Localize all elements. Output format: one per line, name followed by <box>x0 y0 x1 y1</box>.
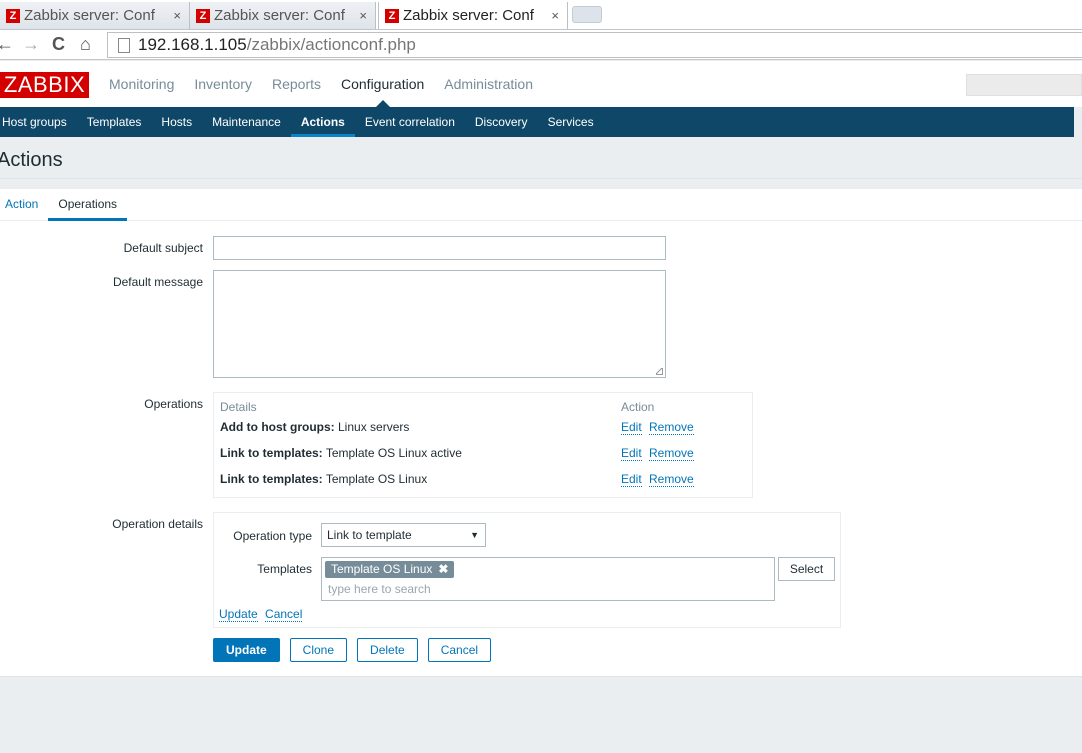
menu-configuration[interactable]: Configuration <box>331 61 434 107</box>
new-tab-button[interactable] <box>572 6 602 23</box>
column-header-details: Details <box>220 400 257 414</box>
default-message-label: Default message <box>112 275 203 289</box>
url-host: 192.168.1.105 <box>138 35 247 54</box>
submenu-services[interactable]: Services <box>538 107 604 137</box>
page-header: Actions <box>0 137 1082 179</box>
remove-link[interactable]: Remove <box>649 446 694 461</box>
update-button[interactable]: Update <box>213 638 280 662</box>
sub-menu: Host groups Templates Hosts Maintenance … <box>0 107 1074 137</box>
table-row: Link to templates: Template OS Linux act… <box>220 446 745 472</box>
operations-table: Details Action Add to host groups: Linux… <box>213 392 753 498</box>
page-icon <box>118 37 130 53</box>
template-chip: Template OS Linux ✖ <box>325 561 455 578</box>
submenu-templates[interactable]: Templates <box>77 107 152 137</box>
templates-label: Templates <box>257 562 312 576</box>
operation-key: Link to templates: <box>220 446 323 460</box>
main-menu: Monitoring Inventory Reports Configurati… <box>99 61 543 107</box>
operation-type-label: Operation type <box>233 529 312 543</box>
form-buttons: Update Clone Delete Cancel <box>213 638 492 662</box>
browser-tab[interactable]: Z Zabbix server: Conf × <box>190 2 376 29</box>
column-header-action: Action <box>621 400 655 414</box>
browser-tabstrip: Z Zabbix server: Conf × Z Zabbix server:… <box>0 0 1082 29</box>
operation-value: Linux servers <box>338 420 410 434</box>
tab-operations[interactable]: Operations <box>48 189 127 221</box>
page-title: Actions <box>0 149 63 171</box>
home-icon[interactable]: ⌂ <box>80 34 91 55</box>
menu-reports[interactable]: Reports <box>262 61 331 107</box>
cancel-button[interactable]: Cancel <box>427 638 492 662</box>
template-chip-label: Template OS Linux <box>331 562 433 576</box>
browser-tab-title: Zabbix server: Conf <box>24 7 155 24</box>
browser-tab-active[interactable]: Z Zabbix server: Conf × <box>378 2 568 29</box>
operation-key: Link to templates: <box>220 472 323 486</box>
remove-link[interactable]: Remove <box>649 472 694 487</box>
templates-multiselect[interactable]: Template OS Linux ✖ type here to search <box>321 557 775 601</box>
resize-handle-icon[interactable] <box>656 368 663 375</box>
delete-button[interactable]: Delete <box>357 638 418 662</box>
clone-button[interactable]: Clone <box>289 638 348 662</box>
browser-tab-title: Zabbix server: Conf <box>214 7 345 24</box>
close-tab-icon[interactable]: × <box>173 8 181 23</box>
form-tabs: Action Operations <box>0 189 1082 221</box>
menu-monitoring[interactable]: Monitoring <box>99 61 184 107</box>
select-templates-button[interactable]: Select <box>778 557 835 581</box>
dropdown-arrow-icon: ▼ <box>470 530 479 540</box>
operation-details: Add to host groups: Linux servers <box>220 420 409 434</box>
default-message-textarea[interactable] <box>213 270 666 378</box>
submenu-host-groups[interactable]: Host groups <box>0 107 77 137</box>
url-input[interactable]: 192.168.1.105/zabbix/actionconf.php <box>107 32 1082 58</box>
search-input[interactable] <box>966 74 1082 96</box>
zabbix-favicon-icon: Z <box>6 8 20 23</box>
close-tab-icon[interactable]: × <box>359 8 367 23</box>
operation-details: Link to templates: Template OS Linux act… <box>220 446 462 460</box>
operation-key: Add to host groups: <box>220 420 335 434</box>
remove-link[interactable]: Remove <box>649 420 694 435</box>
submenu-discovery[interactable]: Discovery <box>465 107 538 137</box>
zabbix-favicon-icon: Z <box>196 8 210 23</box>
browser-tab-title: Zabbix server: Conf <box>403 7 534 24</box>
submenu-maintenance[interactable]: Maintenance <box>202 107 291 137</box>
submenu-hosts[interactable]: Hosts <box>151 107 202 137</box>
submenu-event-correlation[interactable]: Event correlation <box>355 107 465 137</box>
operation-details: Link to templates: Template OS Linux <box>220 472 427 486</box>
operation-type-select[interactable]: Link to template ▼ <box>321 523 486 547</box>
zabbix-favicon-icon: Z <box>385 8 399 23</box>
reload-icon[interactable]: C <box>52 34 65 55</box>
browser-tab[interactable]: Z Zabbix server: Conf × <box>0 2 190 29</box>
submenu-actions[interactable]: Actions <box>290 107 355 137</box>
form-container: Action Operations Default subject Defaul… <box>0 189 1082 677</box>
detail-cancel-link[interactable]: Cancel <box>265 607 303 622</box>
default-subject-input[interactable] <box>213 236 666 260</box>
close-tab-icon[interactable]: × <box>551 8 559 23</box>
operation-detail-links: Update Cancel <box>219 607 303 622</box>
forward-icon[interactable]: → <box>22 34 40 55</box>
tab-action[interactable]: Action <box>0 189 48 220</box>
edit-link[interactable]: Edit <box>621 446 642 461</box>
templates-search-input[interactable]: type here to search <box>328 582 431 596</box>
edit-link[interactable]: Edit <box>621 420 642 435</box>
default-subject-label: Default subject <box>123 241 203 255</box>
url-path: /zabbix/actionconf.php <box>246 35 416 54</box>
address-bar-row: ← → C ⌂ 192.168.1.105/zabbix/actionconf.… <box>0 29 1082 60</box>
operation-value: Template OS Linux active <box>325 446 462 460</box>
edit-link[interactable]: Edit <box>621 472 642 487</box>
zabbix-logo[interactable]: ZABBIX <box>0 72 89 98</box>
menu-inventory[interactable]: Inventory <box>184 61 262 107</box>
operation-details-panel: Operation type Link to template ▼ Templa… <box>213 512 841 628</box>
top-navigation: ZABBIX Monitoring Inventory Reports Conf… <box>0 61 1082 107</box>
operation-type-value: Link to template <box>327 528 412 542</box>
detail-update-link[interactable]: Update <box>219 607 258 622</box>
operation-value: Template OS Linux <box>325 472 428 486</box>
table-row: Link to templates: Template OS Linux Edi… <box>220 472 745 498</box>
operations-label: Operations <box>144 397 203 411</box>
remove-chip-icon[interactable]: ✖ <box>438 562 448 576</box>
menu-administration[interactable]: Administration <box>434 61 543 107</box>
back-icon[interactable]: ← <box>0 34 14 55</box>
table-row: Add to host groups: Linux servers Edit R… <box>220 420 745 446</box>
